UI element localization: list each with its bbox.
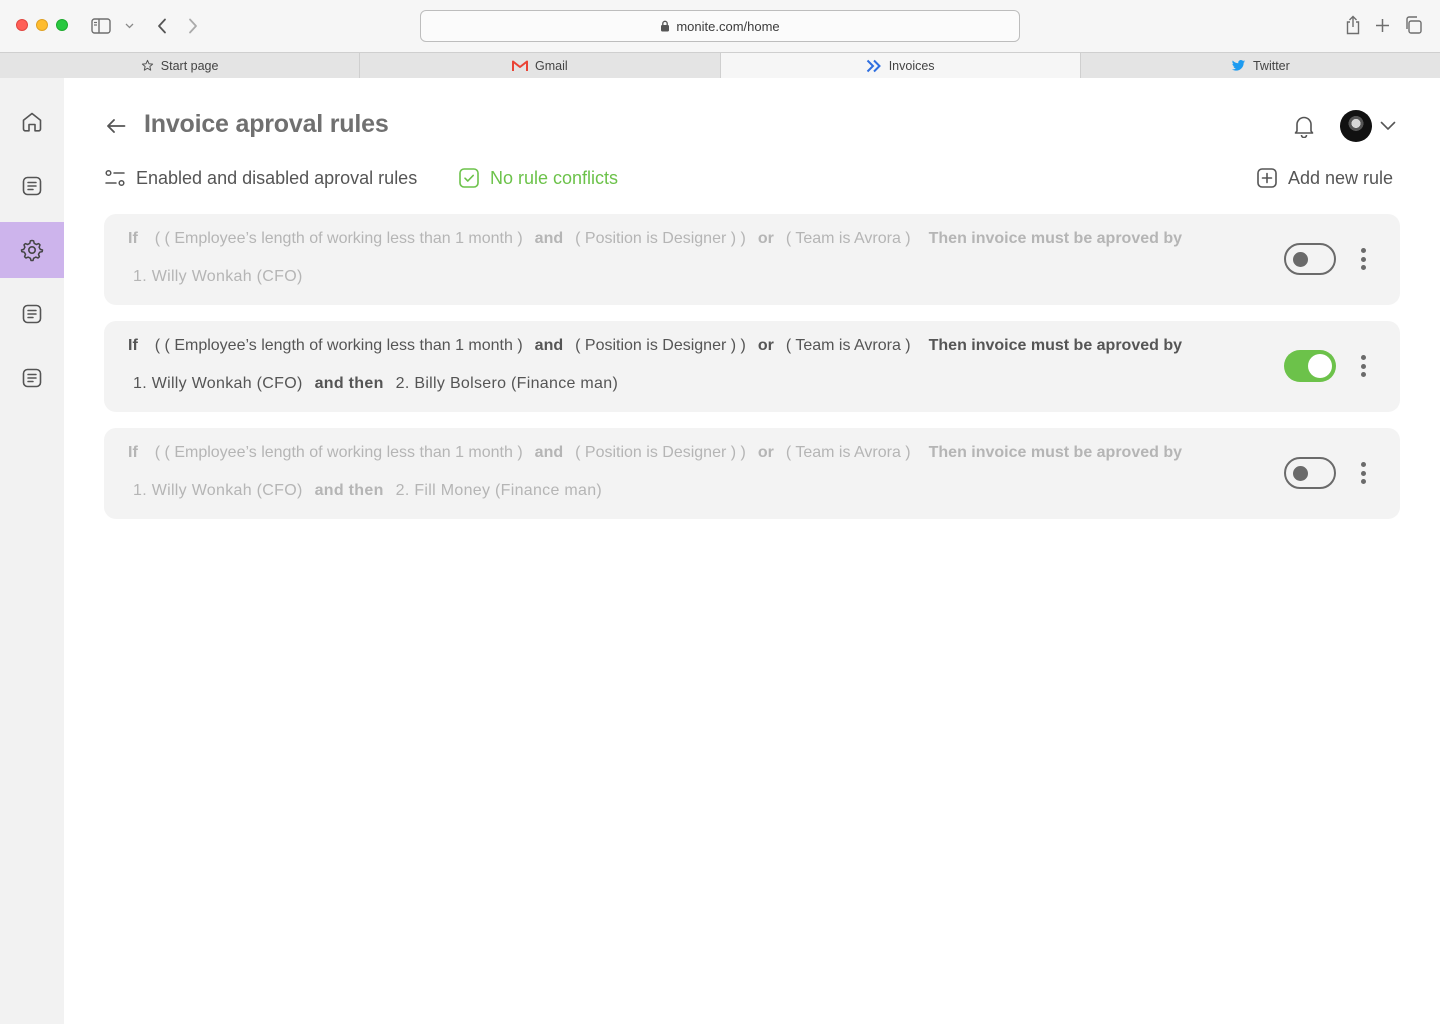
app-sidebar (0, 78, 64, 1024)
rule-approvers: 1. Willy Wonkah (CFO) and then 2. Fill M… (133, 482, 603, 499)
document-icon (21, 303, 43, 325)
more-options-icon[interactable] (1354, 460, 1372, 486)
back-arrow-icon[interactable] (104, 114, 128, 138)
more-options-icon[interactable] (1354, 246, 1372, 272)
add-rule-button[interactable]: Add new rule (1256, 166, 1393, 190)
rule-approvers: 1. Willy Wonkah (CFO) (133, 268, 303, 285)
sidebar-toggle-icon[interactable] (90, 16, 112, 36)
rule-toggle[interactable] (1284, 243, 1336, 275)
minimize-window-button[interactable] (36, 19, 48, 31)
gmail-icon (512, 60, 529, 72)
filter-label: Enabled and disabled aproval rules (136, 167, 418, 188)
tab-start-page[interactable]: Start page (0, 53, 361, 78)
document-icon (21, 175, 43, 197)
browser-titlebar: monite.com/home (0, 0, 1440, 52)
rules-filter[interactable]: Enabled and disabled aproval rules (104, 166, 417, 190)
plus-square-icon (1256, 167, 1278, 189)
chevron-down-icon[interactable] (1378, 116, 1398, 136)
rule-conditions: If ( ( Employee’s length of working less… (128, 337, 1183, 354)
rule-toggle[interactable] (1284, 457, 1336, 489)
rule-card: If ( ( Employee’s length of working less… (104, 428, 1400, 519)
url-text: monite.com/home (676, 18, 780, 34)
monite-icon (866, 59, 882, 73)
rule-toggle[interactable] (1284, 350, 1336, 382)
address-bar[interactable]: monite.com/home (420, 10, 1020, 42)
home-icon (20, 110, 44, 134)
conflicts-status: No rule conflicts (458, 166, 618, 190)
zoom-window-button[interactable] (56, 19, 68, 31)
new-tab-icon[interactable] (1372, 15, 1392, 35)
forward-nav-icon[interactable] (183, 15, 203, 37)
tab-overview-icon[interactable] (1402, 15, 1424, 35)
add-rule-label: Add new rule (1288, 167, 1394, 188)
lock-icon (660, 20, 670, 32)
page-title: Invoice aproval rules (144, 110, 389, 138)
sidebar-item-documents[interactable] (0, 158, 64, 214)
tab-invoices[interactable]: Invoices (720, 53, 1081, 78)
check-square-icon (458, 167, 480, 189)
rule-conditions: If ( ( Employee’s length of working less… (128, 444, 1183, 461)
tab-twitter[interactable]: Twitter (1081, 53, 1440, 78)
rule-card: If ( ( Employee’s length of working less… (104, 214, 1400, 305)
sidebar-item-settings[interactable] (0, 222, 64, 278)
filter-icon (104, 168, 126, 188)
rule-approvers: 1. Willy Wonkah (CFO) and then 2. Billy … (133, 375, 619, 392)
rule-card: If ( ( Employee’s length of working less… (104, 321, 1400, 412)
avatar[interactable] (1340, 110, 1372, 142)
twitter-icon (1231, 59, 1246, 72)
star-icon (141, 59, 154, 72)
sidebar-item-home[interactable] (0, 94, 64, 150)
main-content: Invoice aproval rules Enabled and disabl… (64, 78, 1440, 1024)
sidebar-item-reports[interactable] (0, 286, 64, 342)
conflicts-label: No rule conflicts (490, 167, 619, 188)
bell-icon[interactable] (1290, 112, 1318, 140)
sidebar-item-archive[interactable] (0, 350, 64, 406)
tab-gmail[interactable]: Gmail (360, 53, 721, 78)
share-icon[interactable] (1343, 14, 1363, 36)
rule-conditions: If ( ( Employee’s length of working less… (128, 230, 1183, 247)
document-icon (21, 367, 43, 389)
back-nav-icon[interactable] (152, 15, 172, 37)
browser-tab-bar: Start page Gmail Invoices Twitter (0, 52, 1440, 78)
more-options-icon[interactable] (1354, 353, 1372, 379)
chevron-down-icon[interactable] (122, 18, 136, 34)
gear-icon (20, 238, 44, 262)
close-window-button[interactable] (16, 19, 28, 31)
